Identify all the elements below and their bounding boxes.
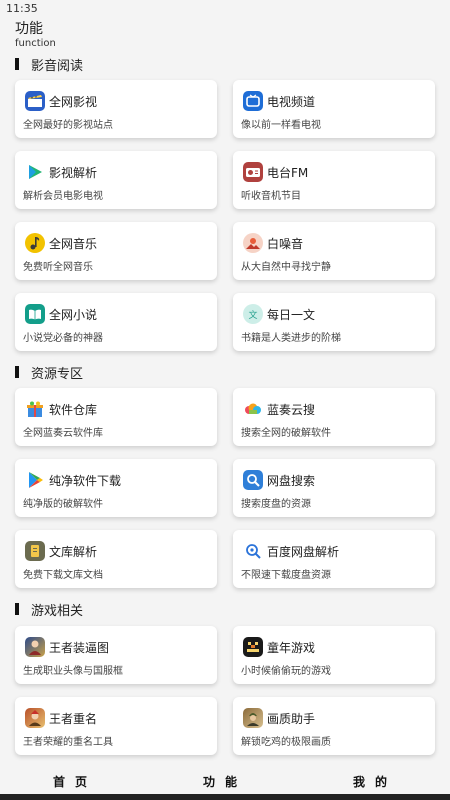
page-header: 功能 function [0, 18, 450, 50]
section-marker [15, 366, 19, 378]
card-title: 童年游戏 [267, 641, 316, 655]
card-title: 文库解析 [49, 545, 98, 559]
book-icon [25, 304, 45, 324]
card-title: 全网影视 [49, 95, 98, 109]
card-desc: 搜索全网的破解软件 [241, 428, 331, 439]
store-play-icon [25, 470, 45, 490]
system-nav-strip [0, 794, 450, 800]
article-icon: 文 [243, 304, 263, 324]
card-video-parse[interactable]: 影视解析 解析会员电影电视 [15, 151, 217, 209]
page-subtitle: function [15, 38, 56, 49]
section-marker [15, 58, 19, 70]
card-childhood-games[interactable]: 童年游戏 小时候偷偷玩的游戏 [233, 626, 435, 684]
section-title: 资源专区 [31, 366, 84, 382]
card-title: 全网音乐 [49, 237, 98, 251]
card-all-novels[interactable]: 全网小说 小说党必备的神器 [15, 293, 217, 351]
clapperboard-icon [25, 91, 45, 111]
card-desc: 解锁吃鸡的极限画质 [241, 737, 331, 748]
card-clean-software-download[interactable]: 纯净软件下载 纯净版的破解软件 [15, 459, 217, 517]
nav-home[interactable]: 首页 [0, 770, 150, 794]
music-note-icon [25, 233, 45, 253]
document-icon [25, 541, 45, 561]
card-desc: 解析会员电影电视 [23, 191, 103, 202]
card-desc: 书籍是人类进步的阶梯 [241, 333, 341, 344]
card-desc: 小说党必备的神器 [23, 333, 103, 344]
card-king-duplicate-name[interactable]: 王者重名 王者荣耀的重名工具 [15, 697, 217, 755]
card-desc: 不限速下载度盘资源 [241, 570, 331, 581]
card-title: 王者装逼图 [49, 641, 110, 655]
card-desc: 全网最好的影视站点 [23, 120, 113, 131]
tv-icon [243, 91, 263, 111]
status-time: 11:35 [6, 2, 38, 15]
card-daily-article[interactable]: 文 每日一文 书籍是人类进步的阶梯 [233, 293, 435, 351]
gift-box-icon [25, 399, 45, 419]
section-heading-games: 游戏相关 [15, 601, 84, 619]
card-desc: 纯净版的破解软件 [23, 499, 103, 510]
card-title: 蓝奏云搜 [267, 403, 316, 417]
page-title: 功能 [15, 21, 43, 37]
card-lanzou-search[interactable]: 蓝奏云搜 搜索全网的破解软件 [233, 388, 435, 446]
nav-functions[interactable]: 功能 [150, 770, 300, 794]
soldier-portrait-icon [243, 708, 263, 728]
card-desc: 听收音机节目 [241, 191, 301, 202]
card-netdisk-search[interactable]: 网盘搜索 搜索度盘的资源 [233, 459, 435, 517]
nav-mine[interactable]: 我的 [300, 770, 450, 794]
card-all-movies[interactable]: 全网影视 全网最好的影视站点 [15, 80, 217, 138]
section-heading-resources: 资源专区 [15, 364, 84, 382]
card-wenku-parse[interactable]: 文库解析 免费下载文库文档 [15, 530, 217, 588]
card-desc: 王者荣耀的重名工具 [23, 737, 113, 748]
warrior-portrait-icon [25, 708, 45, 728]
card-title: 软件仓库 [49, 403, 98, 417]
hero-portrait-icon [25, 637, 45, 657]
card-all-music[interactable]: 全网音乐 免费听全网音乐 [15, 222, 217, 280]
card-title: 影视解析 [49, 166, 98, 180]
card-software-repo[interactable]: 软件仓库 全网蓝奏云软件库 [15, 388, 217, 446]
card-king-avatar-maker[interactable]: 王者装逼图 生成职业头像与国服框 [15, 626, 217, 684]
section-title: 游戏相关 [31, 603, 84, 619]
card-title: 每日一文 [267, 308, 316, 322]
bottom-nav: 首页 功能 我的 [0, 770, 450, 794]
magnifier-icon [243, 470, 263, 490]
status-bar: 11:35 [0, 0, 450, 18]
card-title: 网盘搜索 [267, 474, 316, 488]
noise-icon [243, 233, 263, 253]
card-desc: 全网蓝奏云软件库 [23, 428, 103, 439]
card-title: 全网小说 [49, 308, 98, 322]
card-desc: 免费下载文库文档 [23, 570, 103, 581]
card-title: 电视频道 [267, 95, 316, 109]
card-baidu-netdisk-parse[interactable]: 百度网盘解析 不限速下载度盘资源 [233, 530, 435, 588]
card-tv-channels[interactable]: 电视频道 像以前一样看电视 [233, 80, 435, 138]
card-desc: 生成职业头像与国服框 [23, 666, 123, 677]
card-title: 百度网盘解析 [267, 545, 340, 559]
section-marker [15, 603, 19, 615]
card-desc: 搜索度盘的资源 [241, 499, 311, 510]
card-desc: 从大自然中寻找宁静 [241, 262, 331, 273]
card-graphics-helper[interactable]: 画质助手 解锁吃鸡的极限画质 [233, 697, 435, 755]
search-link-icon [243, 541, 263, 561]
section-title: 影音阅读 [31, 58, 84, 74]
card-title: 王者重名 [49, 712, 98, 726]
card-title: 画质助手 [267, 712, 316, 726]
card-white-noise[interactable]: 白噪音 从大自然中寻找宁静 [233, 222, 435, 280]
cloud-icon [243, 399, 263, 419]
card-title: 纯净软件下载 [49, 474, 122, 488]
retro-game-icon [243, 637, 263, 657]
card-title: 白噪音 [267, 237, 304, 251]
card-title: 电台FM [267, 166, 309, 180]
radio-icon [243, 162, 263, 182]
card-desc: 小时候偷偷玩的游戏 [241, 666, 331, 677]
card-desc: 像以前一样看电视 [241, 120, 321, 131]
section-heading-media: 影音阅读 [15, 56, 84, 74]
card-radio-fm[interactable]: 电台FM 听收音机节目 [233, 151, 435, 209]
card-desc: 免费听全网音乐 [23, 262, 93, 273]
play-icon [25, 162, 45, 182]
